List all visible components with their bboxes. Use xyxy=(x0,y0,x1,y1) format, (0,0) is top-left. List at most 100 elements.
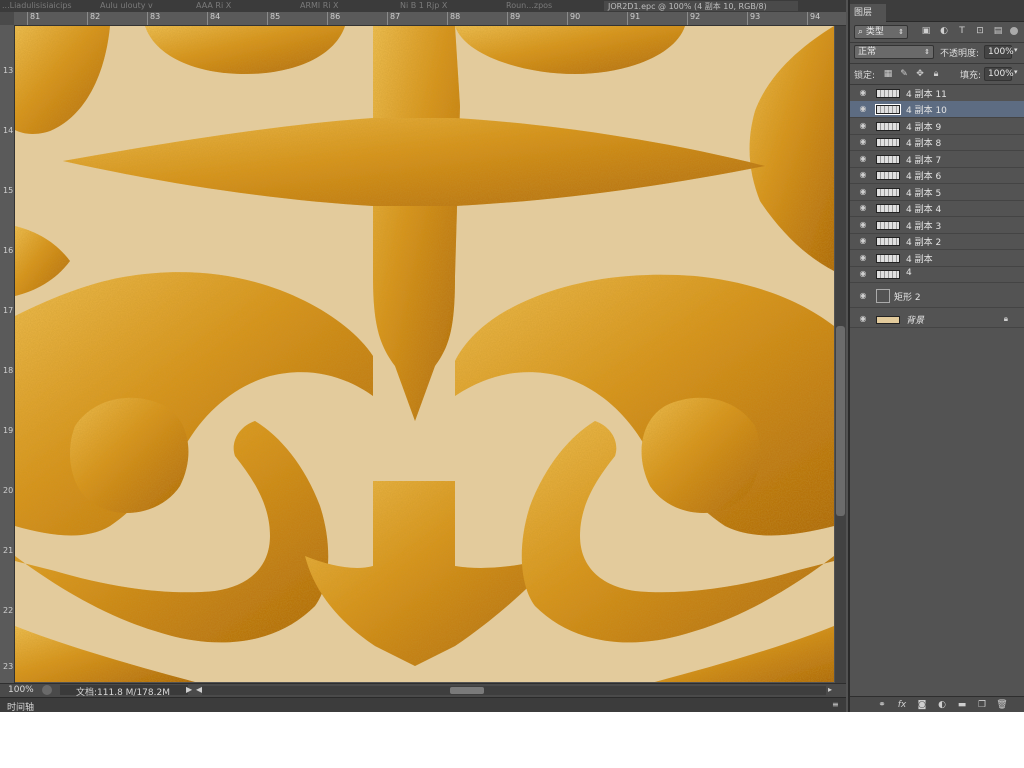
eye-icon[interactable]: ◉ xyxy=(858,154,868,164)
document-tab[interactable]: Aulu ulouty v xyxy=(100,1,166,11)
tab-layers[interactable]: 图层 xyxy=(850,4,886,22)
layer-thumbnail xyxy=(876,221,900,230)
document-tab-active[interactable]: JOR2D1.epc @ 100% (4 副本 10, RGB/8) xyxy=(604,1,798,11)
trash-icon[interactable]: 🗑︎ xyxy=(996,699,1008,711)
horizontal-ruler[interactable]: 81 82 83 84 85 86 87 88 89 90 91 92 93 9… xyxy=(14,12,846,26)
blend-mode-select[interactable]: 正常 ⇕ xyxy=(854,45,934,59)
lock-label: 锁定: xyxy=(854,71,876,81)
lock-all-icon[interactable]: 🔒︎ xyxy=(930,68,942,80)
horizontal-scroll-thumb[interactable] xyxy=(450,687,484,694)
fill-input[interactable]: 100% xyxy=(984,67,1014,81)
new-layer-icon[interactable]: ❐ xyxy=(976,699,988,711)
zoom-level[interactable]: 100% xyxy=(8,685,34,695)
layer-thumbnail xyxy=(876,237,900,246)
layer-thumbnail xyxy=(876,254,900,263)
layer-name: 4 副本 9 xyxy=(906,123,942,133)
eye-icon[interactable]: ◉ xyxy=(858,220,868,230)
ruler-tick: 18 xyxy=(3,366,14,375)
mask-icon[interactable]: ◙ xyxy=(916,699,928,711)
adjustment-layer-icon[interactable]: ◐ xyxy=(936,699,948,711)
document-tab[interactable]: Ni B 1 Rjp X xyxy=(400,1,476,11)
vertical-scrollbar[interactable] xyxy=(835,26,846,683)
timeline-tab[interactable]: 时间轴 xyxy=(7,700,34,712)
layer-thumbnail xyxy=(876,155,900,164)
lock-icon: 🔒︎ xyxy=(1003,314,1008,323)
ruler-origin[interactable] xyxy=(0,12,15,26)
document-tab[interactable]: AAA Ri X xyxy=(196,1,266,11)
ruler-tick: 81 xyxy=(30,12,41,21)
eye-icon[interactable]: ◉ xyxy=(858,236,868,246)
layer-row[interactable]: ◉ 4 副本 xyxy=(850,250,1024,267)
layer-name: 4 副本 3 xyxy=(906,222,942,232)
folder-icon[interactable]: ▬ xyxy=(956,699,968,711)
image-filter-icon[interactable]: ▣ xyxy=(920,25,932,37)
ruler-tick: 16 xyxy=(3,246,14,255)
layer-name: 4 xyxy=(906,268,912,278)
layer-row-selected[interactable]: ◉ 4 副本 10 xyxy=(850,101,1024,118)
eye-icon[interactable]: ◉ xyxy=(858,187,868,197)
layer-filter-value: 类型 xyxy=(865,27,884,37)
horizontal-scrollbar[interactable] xyxy=(202,686,826,695)
vertical-ruler[interactable]: 13 14 15 16 17 18 19 20 21 22 23 xyxy=(0,25,15,683)
layer-row[interactable]: ◉ 4 副本 6 xyxy=(850,167,1024,184)
chevron-down-icon[interactable]: ▾ xyxy=(1014,68,1018,76)
vertical-scroll-thumb[interactable] xyxy=(836,326,845,516)
eye-icon[interactable]: ◉ xyxy=(858,314,868,324)
document-size-info[interactable]: 文档:111.8 M/178.2M xyxy=(60,685,188,698)
adjustment-filter-icon[interactable]: ◐ xyxy=(938,25,950,37)
status-info-icon[interactable] xyxy=(42,685,52,695)
layer-name: 4 副本 11 xyxy=(906,90,947,100)
filter-toggle-icon[interactable] xyxy=(1010,27,1018,35)
layer-filter-select[interactable]: ⌕ 类型 ⇕ xyxy=(854,25,908,39)
ruler-tick: 90 xyxy=(570,12,581,21)
layer-row[interactable]: ◉ 4 副本 5 xyxy=(850,184,1024,201)
status-menu-arrow[interactable]: ▶ xyxy=(186,685,192,694)
layer-thumbnail xyxy=(876,171,900,180)
layer-row[interactable]: ◉ 4 副本 8 xyxy=(850,134,1024,151)
opacity-label: 不透明度: xyxy=(940,49,980,59)
eye-icon[interactable]: ◉ xyxy=(858,269,868,279)
lock-image-pixels-icon[interactable]: ✎ xyxy=(898,68,910,80)
eye-icon[interactable]: ◉ xyxy=(858,203,868,213)
document-tab[interactable]: ARMl Ri X xyxy=(300,1,374,11)
chevron-down-icon: ⇕ xyxy=(898,28,904,36)
layer-row[interactable]: ◉ 4 副本 11 xyxy=(850,85,1024,102)
layer-row[interactable]: ◉ 4 副本 4 xyxy=(850,200,1024,217)
document-canvas[interactable] xyxy=(15,26,834,682)
layer-thumbnail xyxy=(876,188,900,197)
fill-value: 100% xyxy=(988,69,1014,79)
eye-icon[interactable]: ◉ xyxy=(858,170,868,180)
layer-row[interactable]: ◉ 4 副本 9 xyxy=(850,118,1024,135)
eye-icon[interactable]: ◉ xyxy=(858,253,868,263)
eye-icon[interactable]: ◉ xyxy=(858,137,868,147)
eye-icon[interactable]: ◉ xyxy=(858,121,868,131)
timeline-menu-icon[interactable]: ≡ xyxy=(832,700,839,709)
layer-row[interactable]: ◉ 4 副本 3 xyxy=(850,217,1024,234)
type-filter-icon[interactable]: T xyxy=(956,25,968,37)
fx-icon[interactable]: fx xyxy=(896,699,908,711)
document-tab[interactable]: Roun...zpos xyxy=(506,1,586,11)
link-layers-icon[interactable]: ⚭ xyxy=(876,699,888,711)
eye-icon[interactable]: ◉ xyxy=(858,88,868,98)
shape-filter-icon[interactable]: ⊡ xyxy=(974,25,986,37)
opacity-input[interactable]: 100% xyxy=(984,45,1014,59)
eye-icon[interactable]: ◉ xyxy=(858,291,868,301)
layer-row[interactable]: ◉ 4 副本 7 xyxy=(850,151,1024,168)
eye-icon[interactable]: ◉ xyxy=(858,104,868,114)
smart-object-filter-icon[interactable]: ▤ xyxy=(992,25,1004,37)
layer-thumbnail xyxy=(876,204,900,213)
ruler-tick: 84 xyxy=(210,12,221,21)
layer-row-background[interactable]: ◉ 背景 🔒︎ xyxy=(850,311,1024,328)
layer-row[interactable]: ◉ 4 xyxy=(850,266,1024,283)
layer-row[interactable]: ◉ 4 副本 2 xyxy=(850,233,1024,250)
ruler-tick: 21 xyxy=(3,546,14,555)
lock-transparent-pixels-icon[interactable]: ▦ xyxy=(882,68,894,80)
chevron-down-icon[interactable]: ▾ xyxy=(1014,46,1018,54)
layer-row-shape[interactable]: ◉ 矩形 2 xyxy=(850,285,1024,308)
lock-position-icon[interactable]: ✥ xyxy=(914,68,926,80)
layer-name: 4 副本 xyxy=(906,255,933,265)
scroll-right-arrow[interactable]: ▸ xyxy=(828,685,832,694)
layer-name: 4 副本 4 xyxy=(906,205,942,215)
document-tab[interactable]: ...Liadulisisiaicips xyxy=(2,1,94,11)
layer-name: 4 副本 8 xyxy=(906,139,942,149)
